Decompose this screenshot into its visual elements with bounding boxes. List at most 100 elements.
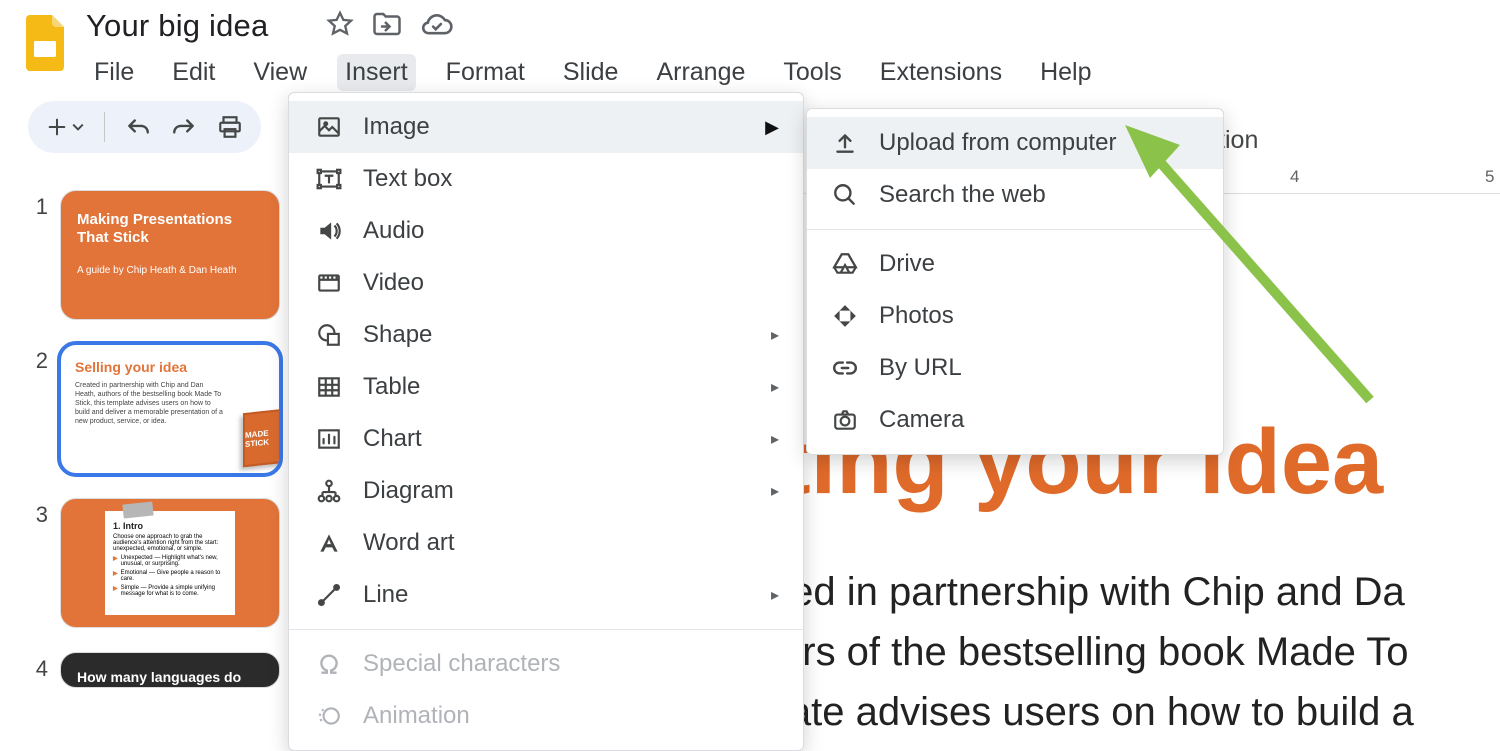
menu-label: Audio	[363, 217, 424, 245]
submenu-upload-from-computer[interactable]: Upload from computer	[807, 117, 1223, 169]
app-icon[interactable]	[20, 8, 72, 76]
menu-label: Word art	[363, 529, 455, 557]
photos-icon	[831, 302, 859, 330]
image-submenu: Upload from computer Search the web Driv…	[806, 108, 1224, 455]
slide-body-line: late advises users on how to build a	[780, 685, 1500, 739]
insert-table[interactable]: Table ▸	[289, 361, 803, 413]
thumb3-row: ▶Simple — Provide a simple unifying mess…	[113, 585, 227, 597]
shape-icon	[315, 321, 343, 349]
slide-body-line: ors of the bestselling book Made To	[780, 625, 1500, 679]
redo-button[interactable]	[171, 116, 197, 138]
submenu-search-web[interactable]: Search the web	[807, 169, 1223, 221]
submenu-photos[interactable]: Photos	[807, 290, 1223, 342]
thumb3-row: ▶Emotional — Give people a reason to car…	[113, 570, 227, 582]
insert-shape[interactable]: Shape ▸	[289, 309, 803, 361]
animation-icon	[315, 702, 343, 730]
menu-label: Diagram	[363, 477, 454, 505]
submenu-arrow-icon: ▸	[771, 429, 779, 449]
insert-video[interactable]: Video	[289, 257, 803, 309]
drive-icon	[831, 250, 859, 278]
diagram-icon	[315, 477, 343, 505]
audio-icon	[315, 217, 343, 245]
thumb2-book-graphic: MADE STICK	[243, 409, 280, 467]
insert-line[interactable]: Line ▸	[289, 569, 803, 621]
star-icon[interactable]	[326, 10, 354, 43]
menu-view[interactable]: View	[245, 54, 315, 91]
thumb3-row: Choose one approach to grab the audience…	[113, 534, 227, 552]
thumb4-title: How many languages do	[77, 669, 263, 685]
thumbnail-slide-1[interactable]: Making Presentations That Stick A guide …	[60, 190, 280, 320]
menu-label: Video	[363, 269, 424, 297]
thumb3-row: ▶Unexpected — Highlight what's new, unus…	[113, 555, 227, 567]
menu-label: By URL	[879, 354, 962, 382]
menu-label: Shape	[363, 321, 432, 349]
submenu-camera[interactable]: Camera	[807, 394, 1223, 446]
insert-audio[interactable]: Audio	[289, 205, 803, 257]
thumbnail-slide-3[interactable]: 1. Intro Choose one approach to grab the…	[60, 498, 280, 628]
move-to-folder-icon[interactable]	[372, 11, 402, 42]
thumb3-title: 1. Intro	[113, 521, 227, 531]
thumb-number: 3	[30, 502, 48, 528]
thumb2-title: Selling your idea	[75, 359, 265, 375]
insert-menu: Image ▶ Text box Audio Video Shape ▸ Tab…	[288, 92, 804, 751]
new-slide-button[interactable]	[46, 116, 84, 138]
menu-bar: File Edit View Insert Format Slide Arran…	[86, 54, 1100, 91]
upload-icon	[831, 129, 859, 157]
submenu-arrow-icon: ▶	[765, 117, 779, 138]
menu-extensions[interactable]: Extensions	[872, 54, 1010, 91]
insert-wordart[interactable]: Word art	[289, 517, 803, 569]
menu-label: Line	[363, 581, 408, 609]
menu-label: Search the web	[879, 181, 1046, 209]
insert-diagram[interactable]: Diagram ▸	[289, 465, 803, 517]
submenu-arrow-icon: ▸	[771, 585, 779, 605]
menu-format[interactable]: Format	[438, 54, 533, 91]
video-icon	[315, 269, 343, 297]
image-icon	[315, 113, 343, 141]
camera-icon	[831, 406, 859, 434]
insert-special-characters: Special characters	[289, 638, 803, 690]
ruler-mark: 5	[1485, 167, 1494, 187]
slide-canvas[interactable]: ting your idea ted in partnership with C…	[780, 410, 1500, 739]
menu-label: Chart	[363, 425, 422, 453]
thumbnail-slide-2[interactable]: Selling your idea Created in partnership…	[60, 344, 280, 474]
menu-label: Special characters	[363, 650, 560, 678]
menu-label: Upload from computer	[879, 129, 1116, 157]
menu-help[interactable]: Help	[1032, 54, 1099, 91]
thumbnail-slide-4[interactable]: How many languages do	[60, 652, 280, 688]
insert-textbox[interactable]: Text box	[289, 153, 803, 205]
menu-tools[interactable]: Tools	[775, 54, 849, 91]
insert-image[interactable]: Image ▶	[289, 101, 803, 153]
menu-edit[interactable]: Edit	[164, 54, 223, 91]
menu-arrange[interactable]: Arrange	[648, 54, 753, 91]
thumb1-sub: A guide by Chip Heath & Dan Heath	[77, 265, 263, 276]
menu-insert[interactable]: Insert	[337, 54, 416, 91]
menu-slide[interactable]: Slide	[555, 54, 627, 91]
thumb-number: 4	[30, 656, 48, 682]
thumb-number: 1	[30, 194, 48, 220]
submenu-by-url[interactable]: By URL	[807, 342, 1223, 394]
toolbar	[28, 101, 261, 153]
print-button[interactable]	[217, 115, 243, 139]
menu-separator	[289, 629, 803, 630]
cloud-status-icon[interactable]	[420, 11, 454, 42]
submenu-arrow-icon: ▸	[771, 325, 779, 345]
menu-label: Image	[363, 113, 430, 141]
submenu-drive[interactable]: Drive	[807, 238, 1223, 290]
document-title[interactable]: Your big idea	[86, 8, 268, 44]
menu-label: Table	[363, 373, 420, 401]
slide-body-line: ted in partnership with Chip and Da	[780, 565, 1500, 619]
menu-label: Photos	[879, 302, 954, 330]
ruler-mark: 4	[1290, 167, 1299, 187]
menu-file[interactable]: File	[86, 54, 142, 91]
table-icon	[315, 373, 343, 401]
menu-label: Drive	[879, 250, 935, 278]
menu-label: Animation	[363, 702, 470, 730]
thumb2-body: Created in partnership with Chip and Dan…	[75, 381, 225, 426]
undo-button[interactable]	[125, 116, 151, 138]
menu-separator	[807, 229, 1223, 230]
chart-icon	[315, 425, 343, 453]
insert-chart[interactable]: Chart ▸	[289, 413, 803, 465]
textbox-icon	[315, 165, 343, 193]
slide-thumbnails: 1 Making Presentations That Stick A guid…	[30, 190, 290, 712]
link-icon	[831, 354, 859, 382]
